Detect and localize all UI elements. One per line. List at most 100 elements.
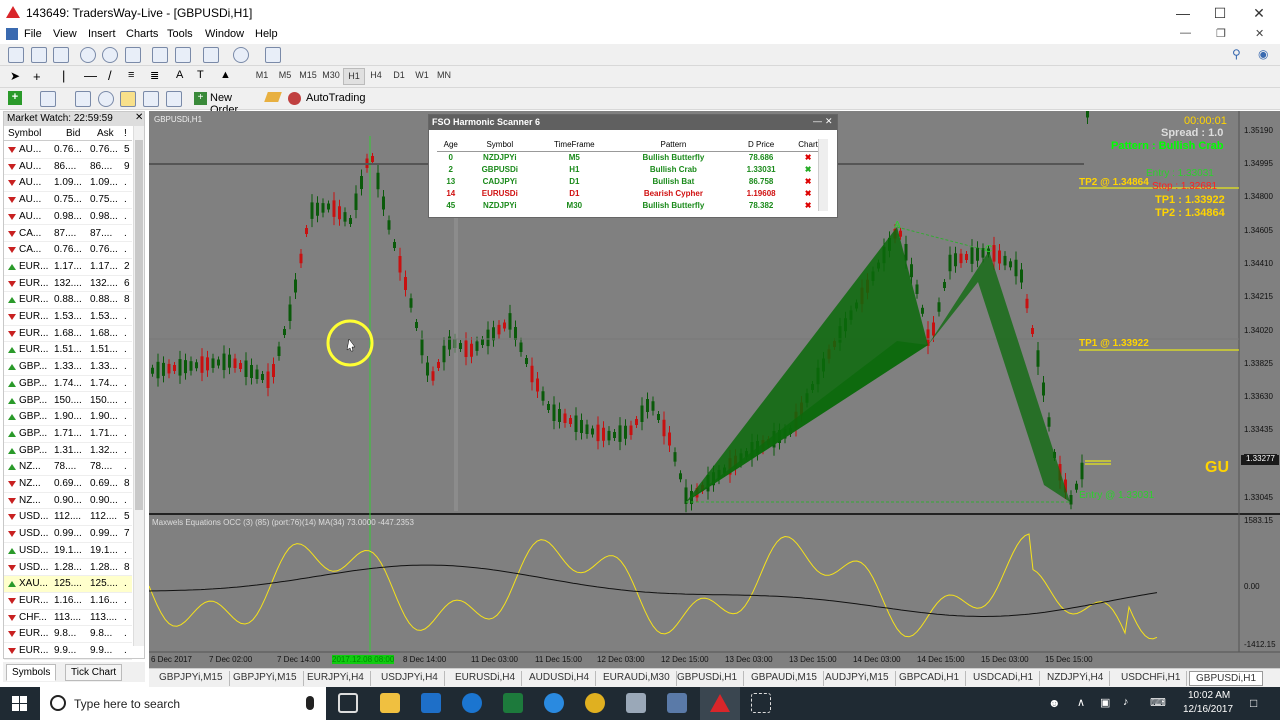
market-watch-row[interactable]: AU... 0.76... 0.76... 5 — [4, 142, 132, 159]
scanner-row[interactable]: 0 NZDJPYi M5 Bullish Butterfly 78.686 ✖ — [437, 151, 827, 163]
vertical-line-icon[interactable]: | — [62, 68, 65, 83]
market-watch-close-button[interactable]: ✕ — [135, 112, 143, 123]
chart-tab[interactable]: GBPUSDi,H1 — [1189, 671, 1264, 686]
market-watch-row[interactable]: GBP... 1.71... 1.71.... — [4, 426, 132, 443]
market-watch-row[interactable]: AU... 0.75... 0.75.... — [4, 192, 132, 209]
periods-icon[interactable] — [233, 47, 249, 63]
templates-icon[interactable] — [265, 47, 281, 63]
market-watch-row[interactable]: NZ... 78.... 78..... — [4, 459, 132, 476]
app-icon-1[interactable] — [626, 693, 646, 713]
market-watch-row[interactable]: EUR... 9.8... 9.8.... — [4, 626, 132, 643]
mdi-restore-button[interactable]: ❐ — [1216, 27, 1226, 40]
file-explorer-icon[interactable] — [380, 693, 400, 713]
scanner-close-button[interactable]: ✕ — [825, 116, 833, 127]
tf-h4[interactable]: H4 — [365, 70, 387, 80]
market-watch-row[interactable]: XAU... 125.... 125..... — [4, 576, 132, 593]
crosshair-icon[interactable]: + — [33, 69, 41, 84]
menu-view[interactable]: View — [53, 28, 77, 40]
chart-tab[interactable]: USDJPYi,H4 — [375, 671, 445, 686]
chart-tab[interactable]: GBPCADi,H1 — [893, 671, 967, 686]
menu-file[interactable]: File — [24, 28, 42, 40]
chart-tab[interactable]: GBPJPYi,M15 — [153, 671, 230, 686]
market-watch-row[interactable]: CA... 87.... 87..... — [4, 226, 132, 243]
market-watch-row[interactable]: USD... 0.99... 0.99... 7 — [4, 526, 132, 543]
close-button[interactable]: ✕ — [1236, 0, 1280, 26]
col-symbol[interactable]: Symbol — [8, 128, 41, 139]
market-watch-row[interactable]: GBP... 1.74... 1.74.... — [4, 376, 132, 393]
tf-h1[interactable]: H1 — [343, 68, 365, 85]
community-icon[interactable]: ◉ — [1258, 47, 1268, 61]
tf-m5[interactable]: M5 — [274, 70, 296, 80]
new-chart-icon[interactable]: + — [8, 91, 22, 105]
zoom-in-icon[interactable] — [80, 47, 96, 63]
expert-icon[interactable] — [264, 92, 282, 102]
indicators-icon[interactable] — [203, 47, 219, 63]
tf-w1[interactable]: W1 — [411, 70, 433, 80]
snipping-tool-icon[interactable] — [751, 693, 771, 713]
tray-chevron-icon[interactable]: ∧ — [1077, 696, 1085, 709]
market-watch-row[interactable]: CA... 0.76... 0.76.... — [4, 242, 132, 259]
channel-icon[interactable]: ≡ — [128, 69, 134, 81]
notifications-icon[interactable]: □ — [1250, 696, 1257, 710]
scanner-row[interactable]: 2 GBPUSDi H1 Bullish Crab 1.33031 ✖ — [437, 163, 827, 175]
time-axis[interactable]: 6 Dec 2017 7 Dec 02:00 7 Dec 14:00 2017.12.… — [149, 653, 1239, 667]
clock-date[interactable]: 12/16/2017 — [1183, 704, 1233, 715]
market-watch-row[interactable]: AU... 0.98... 0.98.... — [4, 209, 132, 226]
menu-charts[interactable]: Charts — [126, 28, 158, 40]
market-watch-row[interactable]: GBP... 1.90... 1.90.... — [4, 409, 132, 426]
market-watch-row[interactable]: CHF... 113.... 113..... — [4, 610, 132, 627]
market-watch-row[interactable]: AU... 1.09... 1.09.... — [4, 175, 132, 193]
data-window-icon[interactable] — [98, 91, 114, 107]
scrollbar-thumb[interactable] — [135, 140, 143, 510]
price-axis[interactable]: 1.35190 1.34995 1.34800 1.34605 1.34410 1.342… — [1240, 111, 1280, 511]
text-icon[interactable]: A — [176, 69, 183, 81]
edge-icon[interactable] — [462, 693, 482, 713]
scanner-row[interactable]: 14 EURUSDi D1 Bearish Cypher 1.19608 ✖ — [437, 187, 827, 199]
col-spread[interactable]: ! — [124, 128, 127, 139]
market-watch-row[interactable]: USD... 112.... 112.... 5 — [4, 509, 132, 527]
chart-shift-icon[interactable] — [152, 47, 168, 63]
text-label-icon[interactable]: T — [197, 69, 204, 81]
chart-tab[interactable]: EURJPYi,H4 — [301, 671, 371, 686]
network-icon[interactable]: ▣ — [1100, 696, 1110, 709]
bar-chart-icon[interactable] — [8, 47, 24, 63]
ie-icon[interactable] — [544, 693, 564, 713]
menu-insert[interactable]: Insert — [88, 28, 116, 40]
market-watch-row[interactable]: EUR... 0.88... 0.88... 8 — [4, 292, 132, 309]
chart-tab[interactable]: GBPUSDi,H1 — [671, 671, 745, 686]
zoom-out-icon[interactable] — [102, 47, 118, 63]
microphone-icon[interactable] — [306, 696, 314, 710]
market-watch-row[interactable]: NZ... 0.90... 0.90.... — [4, 493, 132, 510]
scanner-row[interactable]: 13 CADJPYi D1 Bullish Bat 86.758 ✖ — [437, 175, 827, 187]
market-watch-row[interactable]: EUR... 9.9... 9.9.... — [4, 643, 132, 660]
app-icon-2[interactable] — [667, 693, 687, 713]
outlook-icon[interactable] — [421, 693, 441, 713]
tile-windows-icon[interactable] — [125, 47, 141, 63]
trendline-icon[interactable]: / — [108, 68, 112, 83]
strategy-tester-icon[interactable] — [166, 91, 182, 107]
market-watch-row[interactable]: EUR... 1.68... 1.68.... — [4, 326, 132, 343]
chart-tab[interactable]: AUDJPYi,M15 — [819, 671, 896, 686]
scanner-row[interactable]: 45 NZDJPYi M30 Bullish Butterfly 78.382 ✖ — [437, 199, 827, 211]
market-watch-row[interactable]: EUR... 1.17... 1.17... 2 — [4, 259, 132, 276]
market-watch-row[interactable]: EUR... 1.53... 1.53.... — [4, 309, 132, 326]
chart-tab[interactable]: NZDJPYi,H4 — [1041, 671, 1111, 686]
market-watch-row[interactable]: NZ... 0.69... 0.69... 8 — [4, 476, 132, 493]
windows-start-icon[interactable] — [12, 696, 28, 712]
market-watch-row[interactable]: GBP... 150.... 150..... — [4, 393, 132, 410]
tf-mn[interactable]: MN — [433, 70, 455, 80]
language-icon[interactable]: ⌨ — [1150, 696, 1166, 709]
taskbar-search-box[interactable]: Type here to search — [40, 687, 326, 720]
navigator-icon[interactable] — [120, 91, 136, 107]
tf-m30[interactable]: M30 — [320, 70, 342, 80]
line-chart-icon[interactable] — [53, 47, 69, 63]
volume-icon[interactable]: ♪ — [1123, 696, 1129, 708]
tf-d1[interactable]: D1 — [388, 70, 410, 80]
cursor-icon[interactable]: ➤ — [10, 69, 20, 83]
chart-tab[interactable]: EURAUDi,M30 — [597, 671, 677, 686]
new-order-button[interactable]: + New Order — [192, 89, 262, 116]
people-icon[interactable]: ☻ — [1048, 696, 1061, 710]
market-watch-row[interactable]: EUR... 1.16... 1.16.... — [4, 593, 132, 610]
autoscroll-icon[interactable] — [175, 47, 191, 63]
shapes-icon[interactable]: ▲ — [220, 69, 231, 81]
